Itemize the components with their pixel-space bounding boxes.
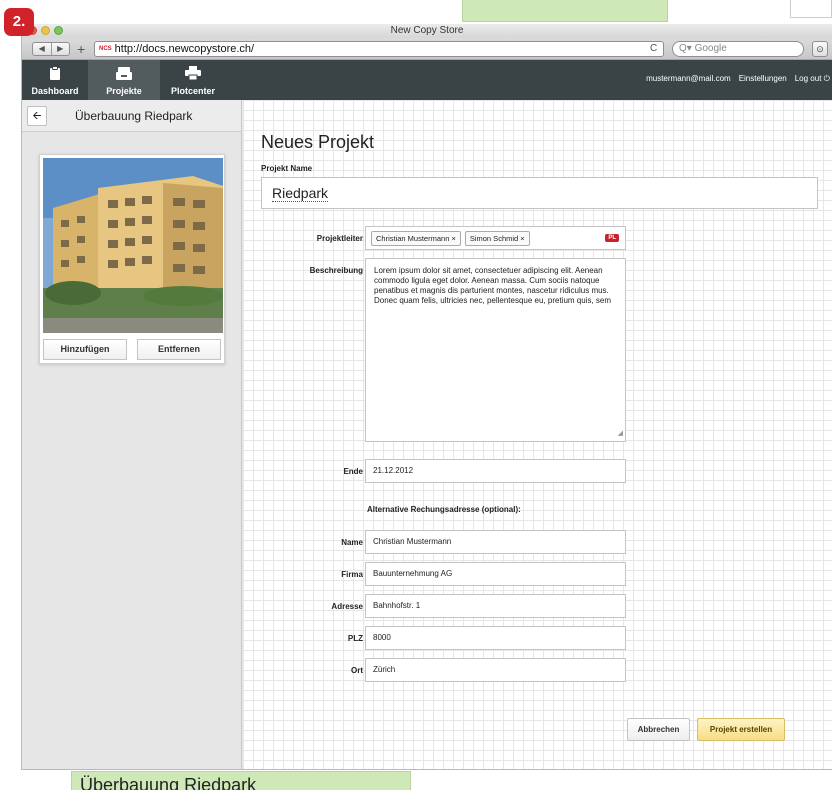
name-label: Name [341, 538, 363, 547]
url-text: http://docs.newcopystore.ch/ [114, 43, 255, 55]
projektleiter-input[interactable]: Christian Mustermann × Simon Schmid × PL [365, 226, 626, 250]
nav-projekte[interactable]: Projekte [88, 60, 160, 100]
project-photo-card: Hinzufügen Entfernen [39, 154, 225, 364]
add-bookmark-button[interactable]: + [77, 41, 85, 57]
sidebar: 🡨 Überbauung Riedpark Hinzufügen Entfern… [22, 100, 242, 769]
favicon-icon: NCS [99, 46, 112, 52]
window-title: New Copy Store [390, 25, 464, 36]
alt-address-heading: Alternative Rechungsadresse (optional): [367, 505, 521, 514]
annotation-panel-top [462, 0, 668, 22]
settings-link[interactable]: Einstellungen [739, 74, 787, 84]
project-photo [43, 158, 223, 333]
add-photo-button[interactable]: Hinzufügen [43, 339, 127, 360]
adresse-input[interactable]: Bahnhofstr. 1 [365, 594, 626, 618]
nav-dashboard-label: Dashboard [31, 86, 79, 96]
remove-photo-button[interactable]: Entfernen [137, 339, 221, 360]
beschreibung-value: Lorem ipsum dolor sit amet, consectetuer… [374, 266, 612, 305]
sidebar-title: Überbauung Riedpark [75, 108, 193, 123]
project-name-input[interactable]: Riedpark [261, 177, 818, 209]
reload-icon[interactable]: C [650, 41, 657, 57]
plz-input[interactable]: 8000 [365, 626, 626, 650]
nav-plotcenter-label: Plotcenter [170, 86, 215, 96]
clipboard-icon [49, 66, 61, 83]
browser-toolbar: ◀ ▶ + NCS http://docs.newcopystore.ch/ C… [22, 38, 832, 60]
toolbar-extra-icon[interactable]: ⊙ [812, 41, 828, 57]
search-placeholder: Google [694, 43, 727, 54]
back-arrow-icon[interactable]: ◀ [33, 43, 52, 55]
annotation-panel-bottom: Überbauung Riedpark [71, 771, 411, 790]
history-buttons: ◀ ▶ [32, 42, 70, 56]
search-input[interactable]: Q▾ Google [672, 41, 804, 57]
nav-dashboard[interactable]: Dashboard [22, 60, 88, 100]
ort-label: Ort [351, 666, 363, 675]
photo-actions: Hinzufügen Entfernen [43, 339, 221, 360]
new-project-form: Neues Projekt Projekt Name Riedpark Proj… [243, 100, 832, 769]
logout-link[interactable]: Log out ⏻ [795, 74, 830, 84]
project-name-label: Projekt Name [261, 164, 313, 173]
power-icon: ⏻ [823, 74, 830, 83]
search-icon: Q▾ [679, 43, 692, 54]
pl-badge: PL [605, 234, 619, 242]
firma-input[interactable]: Bauunternehmung AG [365, 562, 626, 586]
nav-plotcenter[interactable]: Plotcenter [160, 60, 226, 100]
ende-label: Ende [343, 467, 363, 476]
projektleiter-tag[interactable]: Christian Mustermann × [371, 230, 461, 246]
resize-handle-icon[interactable]: ◢ [618, 429, 623, 439]
beschreibung-label: Beschreibung [309, 266, 363, 275]
adresse-label: Adresse [331, 602, 363, 611]
step-badge: 2. [4, 8, 34, 36]
cancel-button[interactable]: Abbrechen [627, 718, 690, 741]
minimize-window-button[interactable] [41, 26, 50, 35]
zoom-window-button[interactable] [54, 26, 63, 35]
user-menu: mustermann@mail.com Einstellungen Log ou… [646, 74, 830, 84]
plz-label: PLZ [347, 634, 363, 643]
page-title: Neues Projekt [261, 132, 375, 152]
title-bar: New Copy Store [22, 24, 832, 38]
annotation-box-right [790, 0, 832, 18]
project-name-value: Riedpark [272, 185, 329, 202]
projektleiter-label: Projektleiter [316, 234, 363, 243]
firma-label: Firma [341, 570, 363, 579]
projektleiter-tag[interactable]: Simon Schmid × [464, 230, 530, 246]
drawer-icon [116, 67, 132, 83]
app-navbar: Dashboard Projekte Plotcenter mustermann… [22, 60, 832, 100]
ende-input[interactable]: 21.12.2012 [365, 459, 626, 483]
tag-remove-icon[interactable]: × [451, 234, 455, 243]
sidebar-header: 🡨 Überbauung Riedpark [22, 100, 241, 132]
name-input[interactable]: Christian Mustermann [365, 530, 626, 554]
arrow-left-icon[interactable]: 🡨 [27, 105, 47, 126]
nav-projekte-label: Projekte [106, 86, 142, 96]
tag-remove-icon[interactable]: × [520, 234, 524, 243]
forward-arrow-icon[interactable]: ▶ [52, 43, 70, 55]
url-input[interactable]: NCS http://docs.newcopystore.ch/ [94, 41, 664, 57]
user-email[interactable]: mustermann@mail.com [646, 74, 731, 84]
printer-icon [185, 66, 201, 83]
beschreibung-textarea[interactable]: Lorem ipsum dolor sit amet, consectetuer… [365, 258, 626, 442]
browser-window: New Copy Store ◀ ▶ + NCS http://docs.new… [21, 24, 832, 770]
ort-input[interactable]: Zürich [365, 658, 626, 682]
create-project-button[interactable]: Projekt erstellen [697, 718, 785, 741]
